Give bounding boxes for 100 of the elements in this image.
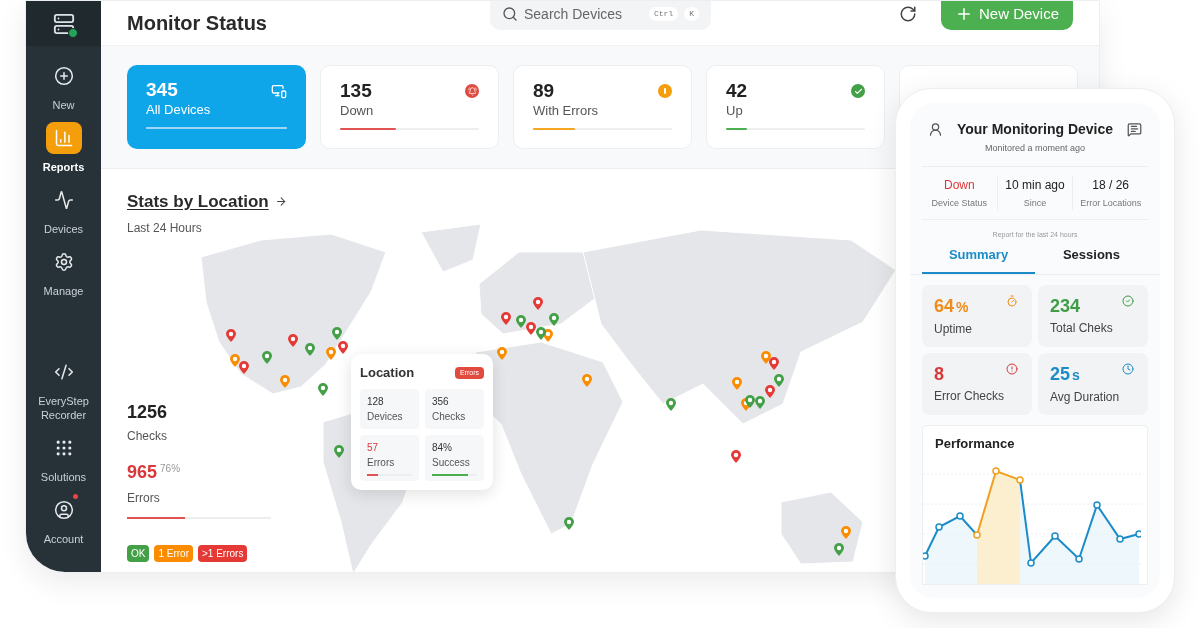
card-label: With Errors	[533, 102, 599, 120]
metric-value: 64%	[934, 295, 969, 318]
devices-icon	[271, 83, 287, 99]
map-pin-icon[interactable]	[262, 351, 272, 364]
stat-label: Success	[432, 455, 471, 470]
status-label: Error Locations	[1080, 196, 1142, 210]
metric-icon	[1122, 295, 1134, 307]
map-pin-icon[interactable]	[526, 322, 536, 335]
metric-label: Avg Duration	[1050, 389, 1121, 406]
errors-value: 965	[127, 460, 158, 483]
data-point	[1116, 534, 1124, 543]
map-pin-icon[interactable]	[769, 357, 779, 370]
map-pin-icon[interactable]	[318, 383, 328, 396]
errors-percent: 76%	[160, 461, 181, 476]
map-pin-icon[interactable]	[230, 354, 240, 367]
stat-value: 128	[367, 394, 385, 409]
status-card[interactable]: 42 Up	[706, 65, 885, 149]
map-pin-icon[interactable]	[533, 297, 543, 310]
sidebar-item[interactable]: Reports	[26, 122, 101, 174]
data-point	[935, 522, 943, 531]
tab[interactable]: Sessions	[1035, 244, 1148, 274]
performance-title: Performance	[934, 435, 1016, 453]
device-title: Your Monitoring Device	[956, 120, 1114, 139]
search-field[interactable]: Search Devices	[524, 3, 643, 25]
sidebar-item[interactable]: New	[26, 60, 101, 112]
data-point	[1051, 531, 1059, 540]
check-icon	[851, 84, 865, 98]
stat-value: 84%	[432, 440, 453, 455]
metric-label: Uptime	[934, 321, 973, 338]
map-pin-icon[interactable]	[501, 312, 511, 325]
time-range-label: Last 24 Hours	[127, 219, 203, 237]
checks-value: 1256	[127, 400, 169, 423]
map-pin-icon[interactable]	[834, 543, 844, 556]
card-label: All Devices	[146, 101, 212, 119]
stat-label: Checks	[432, 409, 467, 424]
map-pin-icon[interactable]	[239, 361, 249, 374]
map-pin-icon[interactable]	[666, 398, 676, 411]
map-pin-icon[interactable]	[731, 450, 741, 463]
map-pin-icon[interactable]	[334, 445, 344, 458]
legend-tag: 1 Error	[154, 544, 193, 562]
map-pin-icon[interactable]	[841, 526, 851, 539]
data-point	[1075, 554, 1083, 563]
map-pin-icon[interactable]	[732, 377, 742, 390]
sidebar-item[interactable]: Solutions	[26, 432, 101, 484]
map-pin-icon[interactable]	[280, 375, 290, 388]
map-pin-icon[interactable]	[536, 327, 546, 340]
map-pin-icon[interactable]	[765, 385, 775, 398]
status-value: 10 min ago	[1005, 176, 1065, 194]
sidebar-item[interactable]: Devices	[26, 184, 101, 236]
data-point	[973, 530, 981, 539]
metric-label: Total Cheks	[1050, 320, 1114, 337]
nav-icon	[45, 122, 82, 154]
alert-icon	[658, 84, 672, 98]
status-label: Device Status	[931, 196, 988, 210]
metric-value: 25s	[1050, 363, 1080, 386]
metric-value: 234	[1050, 295, 1081, 317]
refresh-icon[interactable]	[898, 5, 917, 23]
map-pin-icon[interactable]	[338, 341, 348, 354]
sidebar-item[interactable]: Account	[26, 494, 101, 546]
data-point	[1016, 475, 1024, 484]
sidebar-item[interactable]: Manage	[26, 246, 101, 298]
map-pin-icon[interactable]	[326, 347, 336, 360]
message-icon[interactable]	[1127, 122, 1142, 137]
stat-value: 57	[367, 440, 380, 455]
metric-value: 8	[934, 363, 944, 385]
map-pin-icon[interactable]	[549, 313, 559, 326]
tab[interactable]: Summary	[922, 244, 1035, 274]
data-point	[992, 466, 1000, 475]
map-pin-icon[interactable]	[745, 395, 755, 408]
map-pin-icon[interactable]	[288, 334, 298, 347]
card-value: 135	[340, 80, 372, 102]
stat-label: Devices	[367, 409, 404, 424]
page-title: Monitor Status	[127, 11, 268, 36]
card-value: 42	[726, 80, 748, 102]
status-card[interactable]: 135 Down	[320, 65, 499, 149]
map-pin-icon[interactable]	[226, 329, 236, 342]
sidebar-item[interactable]: EveryStep Recorder	[26, 356, 101, 422]
search-icon	[502, 6, 518, 22]
card-label: Down	[340, 102, 375, 120]
stats-by-location-link[interactable]: Stats by Location	[127, 189, 287, 215]
status-card[interactable]: 89 With Errors	[513, 65, 692, 149]
metric-icon	[1006, 363, 1018, 375]
map-pin-icon[interactable]	[582, 374, 592, 387]
map-pin-icon[interactable]	[497, 347, 507, 360]
map-pin-icon[interactable]	[774, 374, 784, 387]
popup-title: Location	[360, 364, 415, 382]
legend-tag: >1 Errors	[198, 544, 248, 562]
checks-label: Checks	[127, 427, 168, 445]
errors-label: Errors	[127, 489, 161, 507]
map-pin-icon[interactable]	[305, 343, 315, 356]
shortcut-key: Ctrl	[649, 7, 679, 21]
card-value: 345	[146, 79, 178, 101]
map-pin-icon[interactable]	[332, 327, 342, 340]
data-point	[956, 511, 964, 520]
search-bar[interactable]: Search Devices Ctrl K	[490, 1, 711, 30]
shortcut-key: K	[684, 7, 699, 21]
map-pin-icon[interactable]	[755, 396, 765, 409]
map-pin-icon[interactable]	[564, 517, 574, 530]
metric-icon	[1122, 363, 1134, 375]
map-pin-icon[interactable]	[516, 315, 526, 328]
